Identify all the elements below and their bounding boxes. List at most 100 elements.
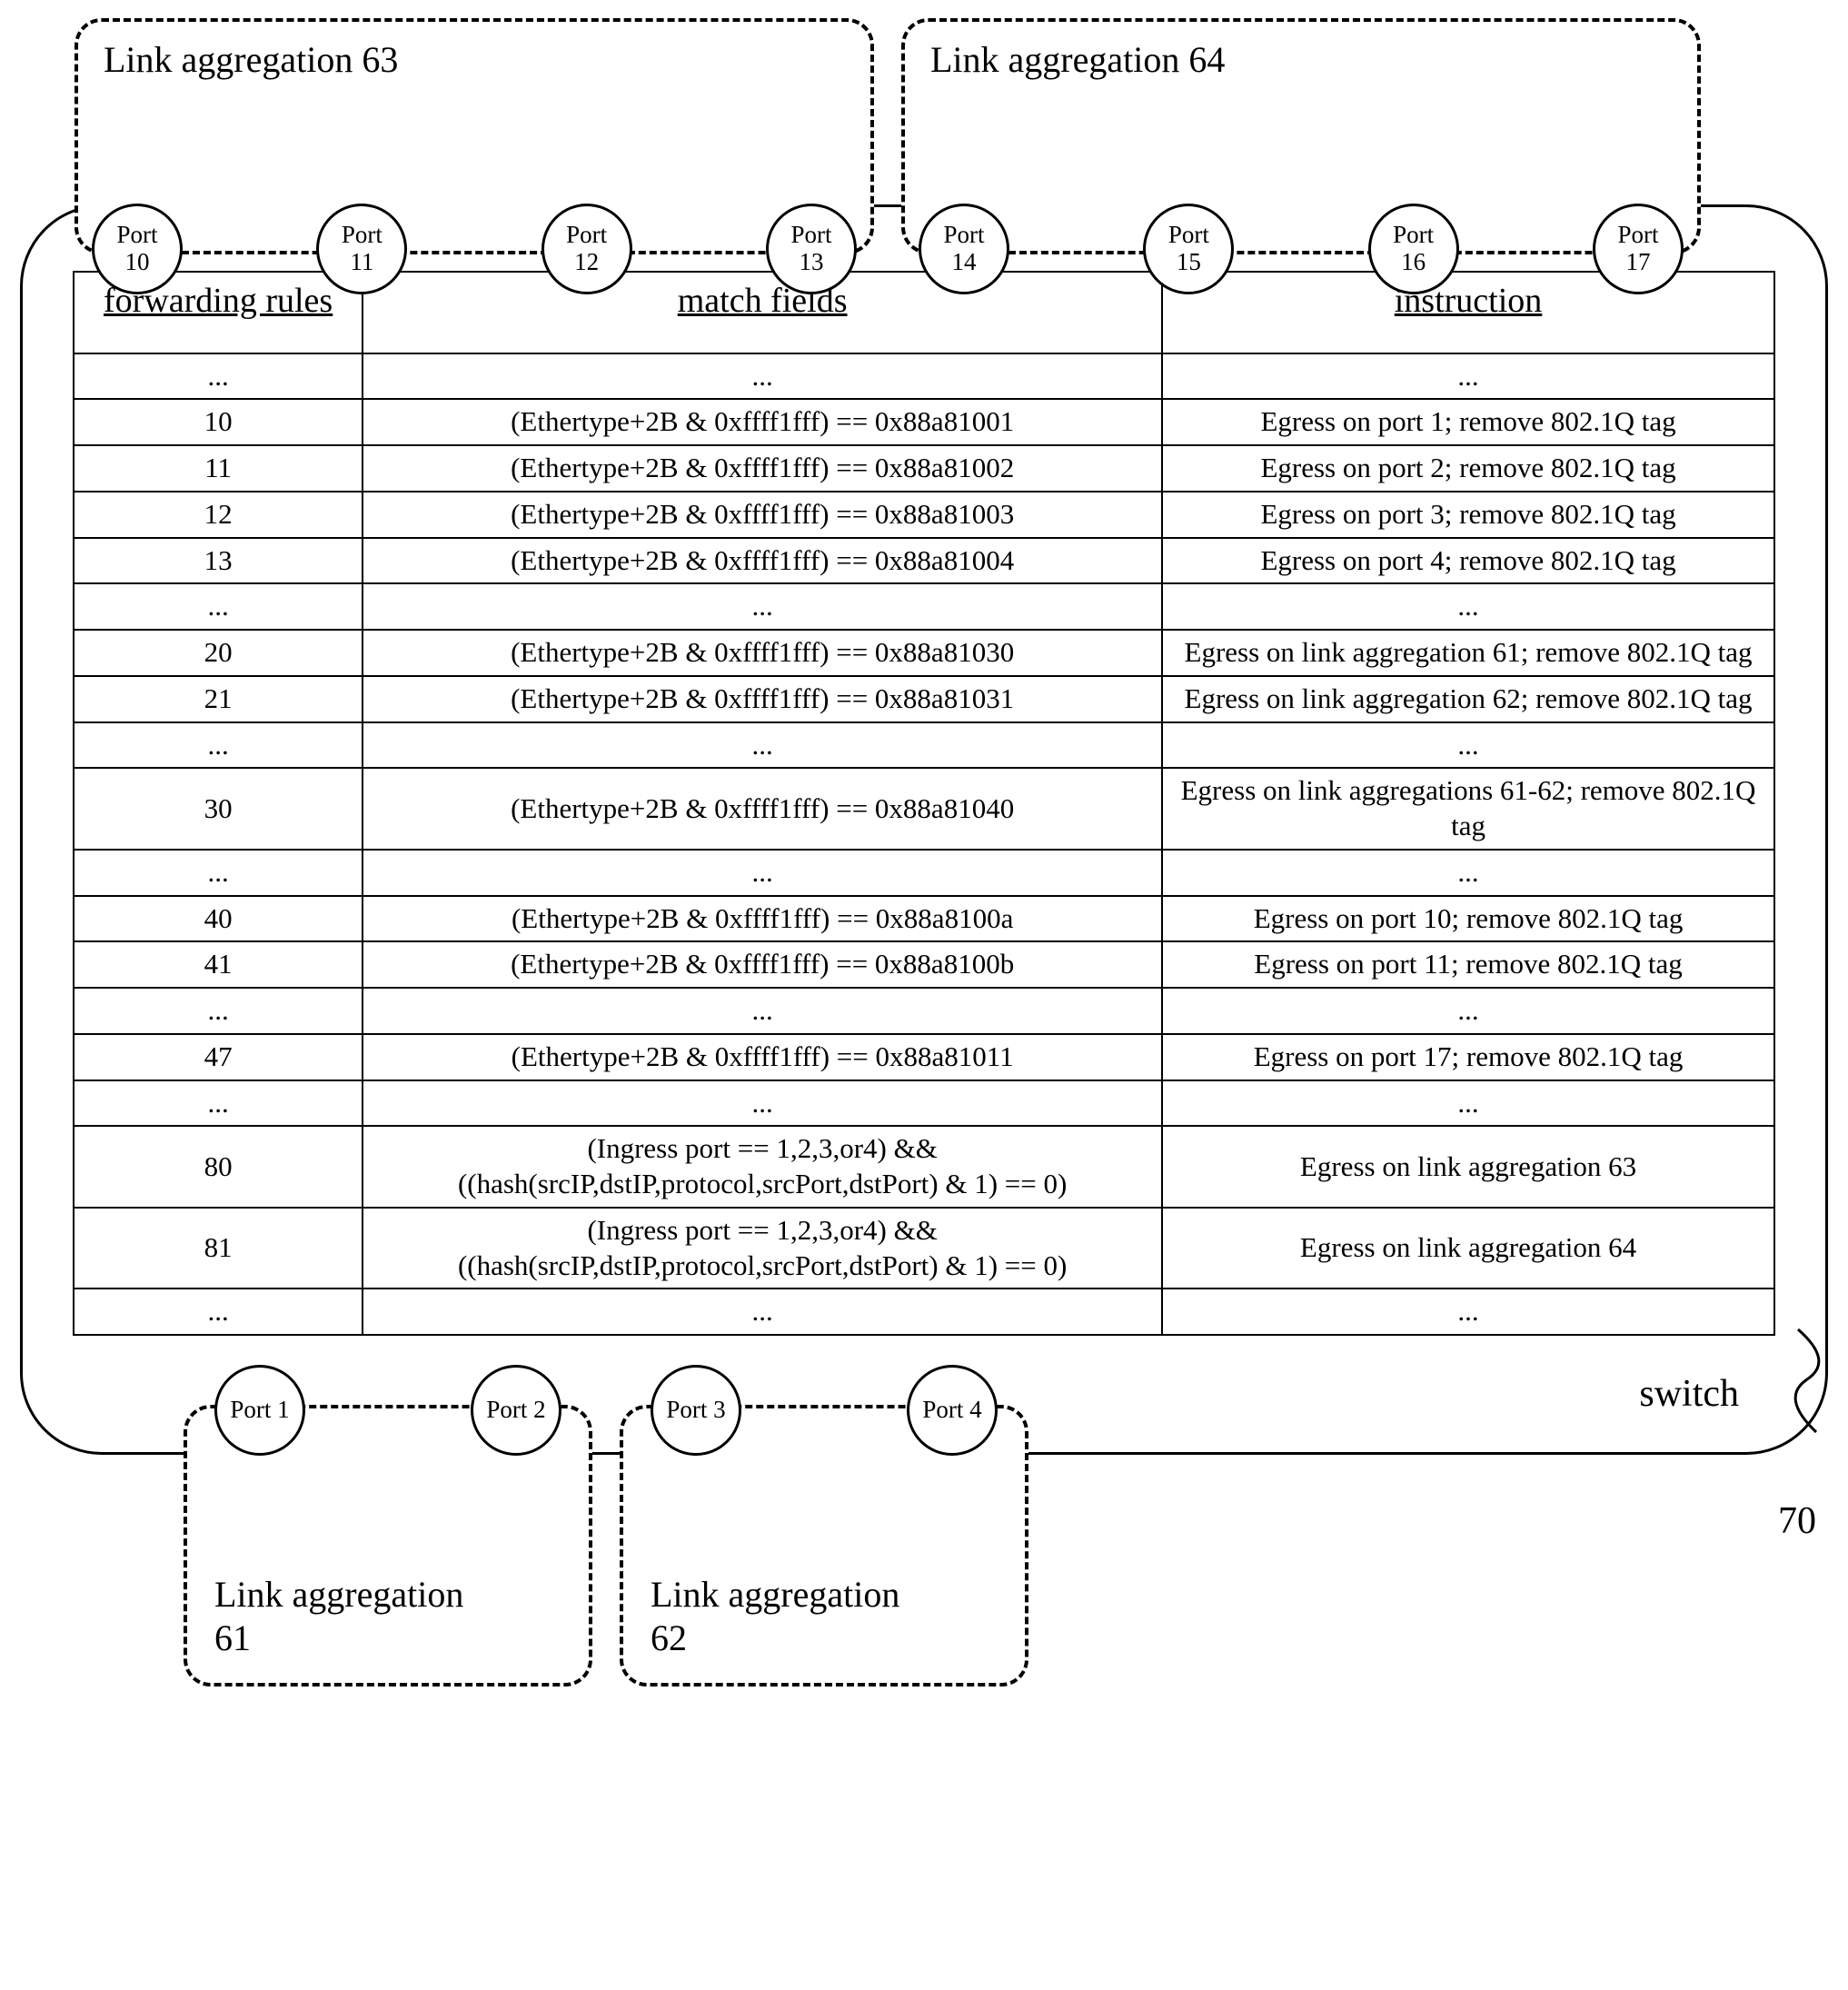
link-aggregation-63-box: Link aggregation 63 Port10 Port11 Port12… [75, 18, 874, 254]
cell-rule: 20 [74, 630, 363, 676]
cell-match: (Ethertype+2B & 0xffff1fff) == 0x88a8100… [363, 896, 1162, 942]
forwarding-rules-table: forwarding rules match fields instructio… [73, 271, 1775, 1336]
cell-match: ... [363, 583, 1162, 630]
cell-rule: ... [74, 1289, 363, 1335]
cell-rule: 30 [74, 768, 363, 850]
cell-instr: ... [1162, 1289, 1774, 1335]
cell-rule: 13 [74, 538, 363, 584]
port-14: Port14 [919, 204, 1009, 294]
port-3: Port 3 [651, 1365, 741, 1456]
cell-instr: ... [1162, 583, 1774, 630]
table-row: 47(Ethertype+2B & 0xffff1fff) == 0x88a81… [74, 1034, 1774, 1080]
table-row: ......... [74, 722, 1774, 769]
table-row: 13(Ethertype+2B & 0xffff1fff) == 0x88a81… [74, 538, 1774, 584]
port-10: Port10 [92, 204, 183, 294]
table-row: 81(Ingress port == 1,2,3,or4) && ((hash(… [74, 1208, 1774, 1289]
port-13: Port13 [766, 204, 857, 294]
cell-match: (Ethertype+2B & 0xffff1fff) == 0x88a8103… [363, 630, 1162, 676]
cell-instr: Egress on port 2; remove 802.1Q tag [1162, 445, 1774, 492]
cell-instr: ... [1162, 850, 1774, 896]
bottom-link-aggregation-group: Port 1 Port 2 Link aggregation61 Port 3 … [184, 1405, 1828, 1687]
cell-match: (Ethertype+2B & 0xffff1fff) == 0x88a8104… [363, 768, 1162, 850]
top-link-aggregation-group: Link aggregation 63 Port10 Port11 Port12… [75, 18, 1828, 254]
port-12: Port12 [541, 204, 632, 294]
table-row: ......... [74, 1289, 1774, 1335]
cell-instr: Egress on port 4; remove 802.1Q tag [1162, 538, 1774, 584]
cell-match: (Ingress port == 1,2,3,or4) && ((hash(sr… [363, 1208, 1162, 1289]
table-row: ......... [74, 988, 1774, 1034]
cell-match: ... [363, 353, 1162, 400]
link-aggregation-62-box: Port 3 Port 4 Link aggregation62 [620, 1405, 1028, 1687]
cell-instr: Egress on link aggregation 63 [1162, 1126, 1774, 1208]
cell-instr: Egress on port 17; remove 802.1Q tag [1162, 1034, 1774, 1080]
cell-rule: 80 [74, 1126, 363, 1208]
cell-instr: Egress on link aggregation 61; remove 80… [1162, 630, 1774, 676]
cell-instr: ... [1162, 1080, 1774, 1127]
cell-match: ... [363, 1080, 1162, 1127]
cell-match: (Ethertype+2B & 0xffff1fff) == 0x88a8100… [363, 941, 1162, 988]
ports-row: Port14 Port15 Port16 Port17 [905, 204, 1697, 294]
port-11: Port11 [316, 204, 407, 294]
cell-rule: 40 [74, 896, 363, 942]
table-row: ......... [74, 850, 1774, 896]
cell-rule: 21 [74, 676, 363, 722]
cell-match: (Ingress port == 1,2,3,or4) && ((hash(sr… [363, 1126, 1162, 1208]
ports-row: Port10 Port11 Port12 Port13 [78, 204, 870, 294]
cell-instr: Egress on port 10; remove 802.1Q tag [1162, 896, 1774, 942]
agg-title: Link aggregation61 [214, 1573, 463, 1660]
port-1: Port 1 [214, 1365, 305, 1456]
cell-rule: 41 [74, 941, 363, 988]
cell-instr: Egress on link aggregation 64 [1162, 1208, 1774, 1289]
table-row: 21(Ethertype+2B & 0xffff1fff) == 0x88a81… [74, 676, 1774, 722]
cell-match: (Ethertype+2B & 0xffff1fff) == 0x88a8100… [363, 538, 1162, 584]
port-16: Port16 [1368, 204, 1459, 294]
cell-match: ... [363, 1289, 1162, 1335]
cell-rule: 10 [74, 399, 363, 445]
cell-match: (Ethertype+2B & 0xffff1fff) == 0x88a8100… [363, 445, 1162, 492]
cell-rule: ... [74, 583, 363, 630]
cell-rule: 11 [74, 445, 363, 492]
cell-instr: ... [1162, 988, 1774, 1034]
agg-title: Link aggregation 63 [104, 38, 845, 81]
agg-title: Link aggregation62 [651, 1573, 899, 1660]
table-row: 12(Ethertype+2B & 0xffff1fff) == 0x88a81… [74, 492, 1774, 538]
cell-instr: Egress on port 3; remove 802.1Q tag [1162, 492, 1774, 538]
cell-instr: ... [1162, 722, 1774, 769]
cell-match: (Ethertype+2B & 0xffff1fff) == 0x88a8101… [363, 1034, 1162, 1080]
cell-rule: ... [74, 850, 363, 896]
port-2: Port 2 [471, 1365, 561, 1456]
table-row: ......... [74, 1080, 1774, 1127]
cell-rule: 81 [74, 1208, 363, 1289]
port-4: Port 4 [907, 1365, 998, 1456]
link-aggregation-61-box: Port 1 Port 2 Link aggregation61 [184, 1405, 592, 1687]
table-row: 80(Ingress port == 1,2,3,or4) && ((hash(… [74, 1126, 1774, 1208]
cell-match: ... [363, 722, 1162, 769]
cell-match: (Ethertype+2B & 0xffff1fff) == 0x88a8100… [363, 492, 1162, 538]
ports-row: Port 1 Port 2 [187, 1365, 589, 1456]
cell-rule: ... [74, 722, 363, 769]
ports-row: Port 3 Port 4 [623, 1365, 1025, 1456]
table-row: 30(Ethertype+2B & 0xffff1fff) == 0x88a81… [74, 768, 1774, 850]
table-row: 10(Ethertype+2B & 0xffff1fff) == 0x88a81… [74, 399, 1774, 445]
cell-rule: ... [74, 988, 363, 1034]
table-row: 11(Ethertype+2B & 0xffff1fff) == 0x88a81… [74, 445, 1774, 492]
cell-instr: Egress on port 1; remove 802.1Q tag [1162, 399, 1774, 445]
cell-instr: ... [1162, 353, 1774, 400]
table-row: 20(Ethertype+2B & 0xffff1fff) == 0x88a81… [74, 630, 1774, 676]
port-17: Port17 [1593, 204, 1684, 294]
cell-instr: Egress on link aggregations 61-62; remov… [1162, 768, 1774, 850]
table-row: ......... [74, 583, 1774, 630]
table-row: 41(Ethertype+2B & 0xffff1fff) == 0x88a81… [74, 941, 1774, 988]
cell-rule: ... [74, 353, 363, 400]
link-aggregation-64-box: Link aggregation 64 Port14 Port15 Port16… [901, 18, 1701, 254]
cell-instr: Egress on port 11; remove 802.1Q tag [1162, 941, 1774, 988]
cell-rule: ... [74, 1080, 363, 1127]
cell-instr: Egress on link aggregation 62; remove 80… [1162, 676, 1774, 722]
switch-box: forwarding rules match fields instructio… [20, 204, 1828, 1455]
agg-title: Link aggregation 64 [930, 38, 1672, 81]
cell-match: ... [363, 988, 1162, 1034]
table-row: ......... [74, 353, 1774, 400]
table-row: 40(Ethertype+2B & 0xffff1fff) == 0x88a81… [74, 896, 1774, 942]
cell-rule: 47 [74, 1034, 363, 1080]
port-15: Port15 [1143, 204, 1234, 294]
